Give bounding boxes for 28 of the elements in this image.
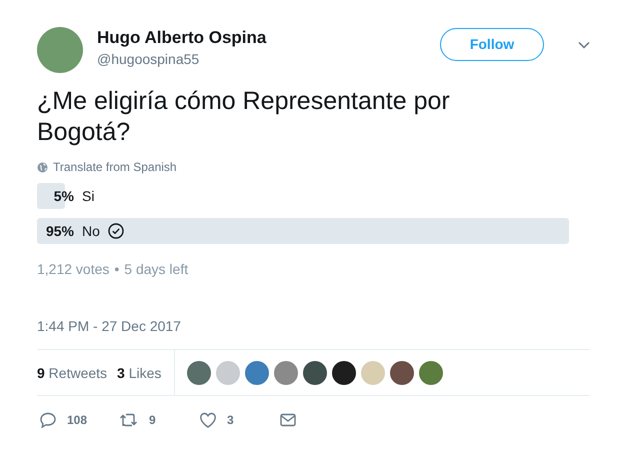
globe-icon bbox=[37, 162, 48, 172]
tweet-text: ¿Me eligiría cómo Representante por Bogotá? bbox=[37, 86, 451, 148]
follow-button[interactable]: Follow bbox=[440, 28, 544, 60]
vote-count: 1,212 votes bbox=[37, 261, 110, 277]
author-name[interactable]: Hugo Alberto Ospina bbox=[97, 28, 426, 48]
time-left: 5 days left bbox=[124, 261, 188, 277]
envelope-icon[interactable] bbox=[279, 411, 297, 429]
action-count: 108 bbox=[67, 413, 88, 427]
action-count: 9 bbox=[149, 413, 156, 427]
poll-option-label: Si bbox=[82, 188, 94, 204]
separator-dot: • bbox=[114, 261, 120, 277]
action-count: 3 bbox=[227, 413, 234, 427]
stat-link[interactable]: 3 Likes bbox=[117, 364, 162, 380]
stat-link[interactable]: 9 Retweets bbox=[37, 364, 108, 380]
retweet-icon[interactable] bbox=[119, 411, 139, 429]
liker-avatar[interactable] bbox=[303, 360, 328, 384]
translate-link[interactable]: Translate from Spanish bbox=[53, 160, 177, 174]
profile-photo[interactable] bbox=[37, 27, 83, 73]
author-handle[interactable]: @hugoospina55 bbox=[97, 50, 426, 66]
liker-avatar[interactable] bbox=[390, 360, 414, 384]
chevron-down-icon[interactable] bbox=[578, 41, 590, 49]
poll-percent: 5% bbox=[52, 188, 74, 204]
poll-percent: 95% bbox=[44, 223, 74, 239]
poll-option-label: No bbox=[82, 223, 100, 239]
liker-avatar[interactable] bbox=[332, 360, 356, 384]
heart-icon[interactable] bbox=[199, 411, 217, 429]
tweet-timestamp[interactable]: 1:44 PM - 27 Dec 2017 bbox=[37, 318, 590, 334]
reply-icon[interactable] bbox=[39, 411, 57, 429]
